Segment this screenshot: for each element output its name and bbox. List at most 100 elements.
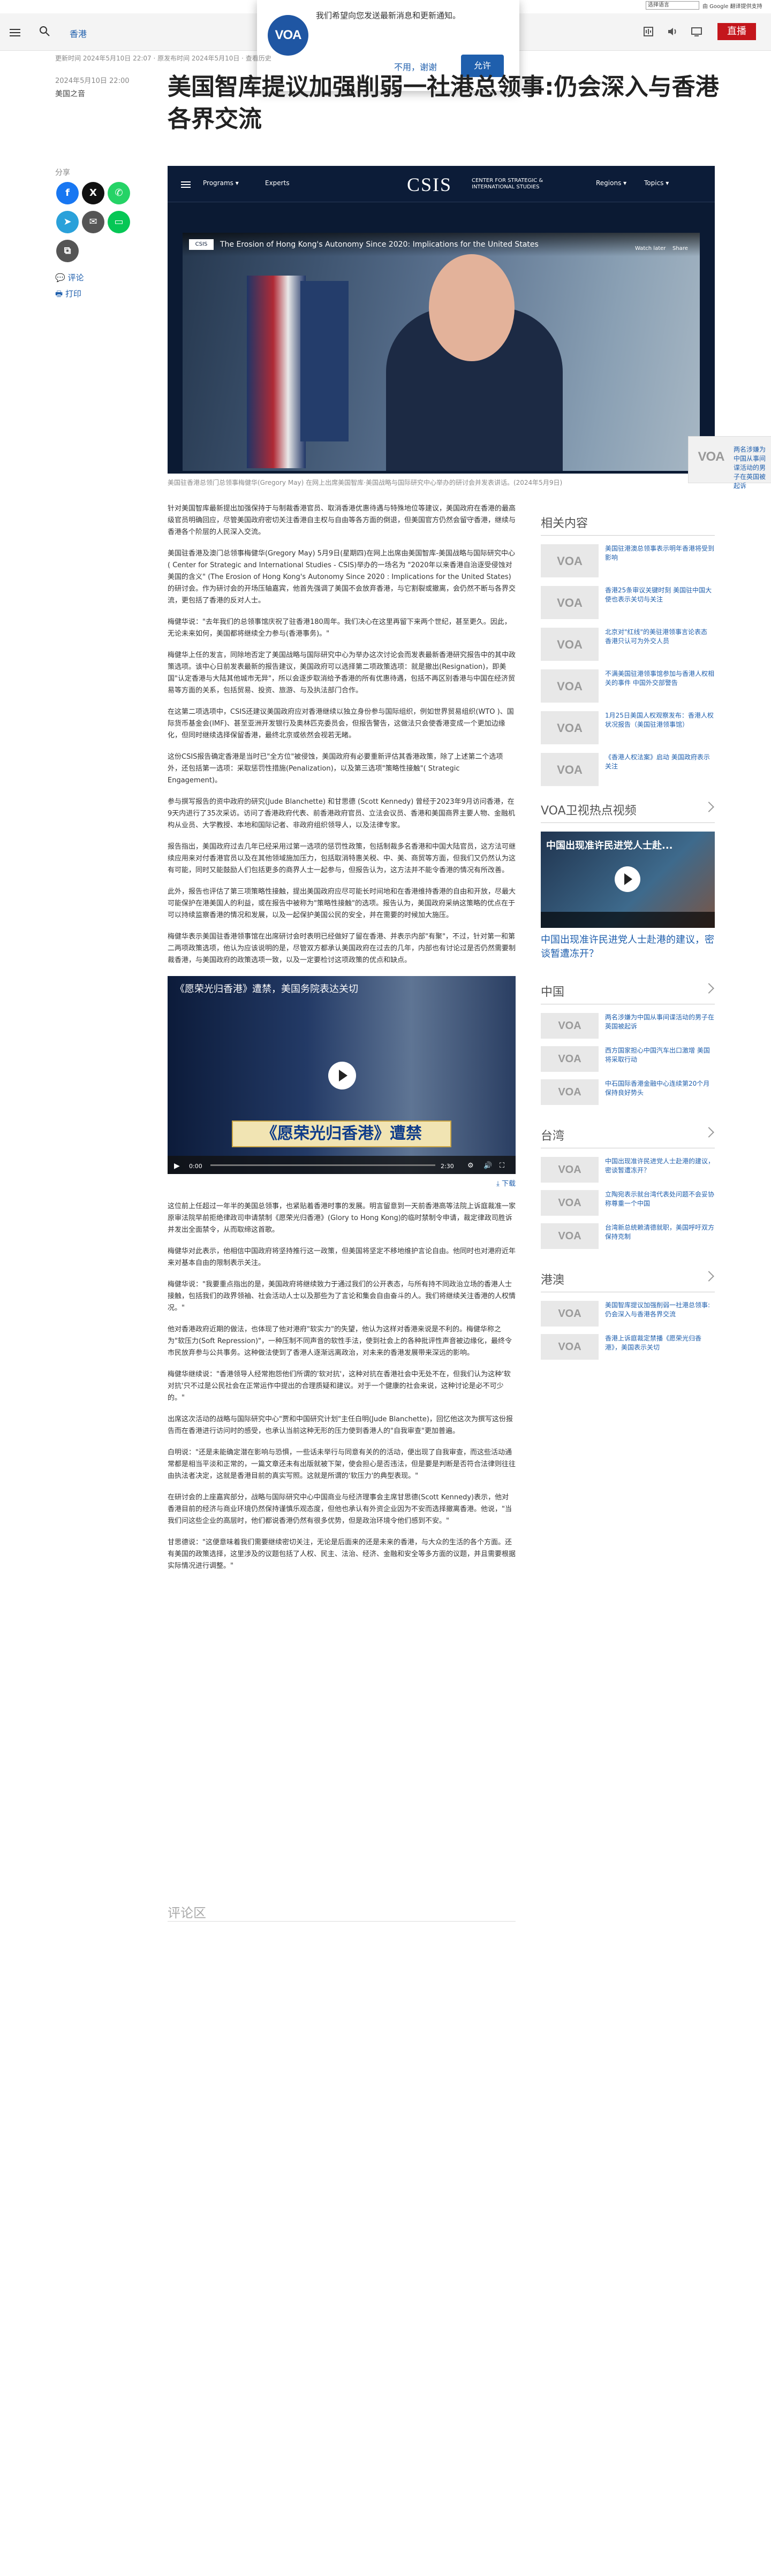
- voa-placeholder-icon: VOA: [557, 679, 583, 693]
- csis-nav-programs: Programs ▾: [203, 179, 239, 187]
- share-buttons: f X ✆ ➤ ✉ ▭ ⧉: [56, 182, 142, 269]
- csis-logo: CSIS: [407, 174, 452, 195]
- paragraph: 此外，报告也评估了第三项策略性接触，提出美国政府应尽可能长时间地和在香港维持香港…: [168, 888, 516, 919]
- facebook-icon[interactable]: f: [56, 182, 79, 204]
- paragraph: 在研讨会的上座嘉宾部分，战略与国际研究中心中国商业与经济理事会主席甘思德(Sco…: [168, 1493, 512, 1525]
- comment-link[interactable]: 💬 评论: [55, 272, 84, 283]
- voa-placeholder-icon: VOA: [557, 721, 583, 735]
- volume-icon[interactable]: [667, 26, 678, 37]
- tv-icon[interactable]: [691, 26, 702, 37]
- article-author[interactable]: 美国之音: [55, 88, 85, 99]
- video-banner: 《愿荣光归香港》遭禁: [232, 1121, 451, 1147]
- paragraph: 美国驻香港及澳门总领事梅健华(Gregory May) 5月9日(星期四)在网上…: [168, 550, 516, 605]
- china-item[interactable]: VOA 西方国家担心中国汽车出口激增 美国将采取行动: [541, 1046, 715, 1072]
- taiwan-heading: 台湾: [541, 1126, 715, 1148]
- voa-placeholder-icon: VOA: [557, 596, 583, 609]
- print-link[interactable]: 🖶 打印: [55, 288, 81, 302]
- voa-logo: VOA: [268, 15, 308, 56]
- download-icon: ⤓: [496, 1180, 502, 1188]
- image-caption: 美国驻香港总领门总领事梅健华(Gregory May) 在网上出席美国智库·美国…: [168, 479, 563, 486]
- paragraph: 针对美国智库最新提出加强保持于与制裁香港官员、取消香港优惠待遇与特殊地位等建议，…: [168, 505, 516, 536]
- video-title: 《愿荣光归香港》遭禁，美国务院表达关切: [175, 984, 358, 995]
- related-item[interactable]: VOA 北京对"红线"的美驻港领事言论表态 香港只认可为外交人员: [541, 628, 715, 661]
- sidebar-video-caption[interactable]: 中国出现准许民进党人士赴港的建议，密谈暂遭冻开？: [541, 933, 715, 961]
- chevron-right-icon[interactable]: [704, 802, 714, 812]
- related-item[interactable]: VOA 不满美国驻港领事馆参加与香港人权相关的事件 中国外交部警告: [541, 669, 715, 703]
- video-controls: ▶ 0:00 2:30 ⚙ 🔊 ⛶: [168, 1156, 516, 1174]
- translate-powered: 由 Google 翻译提供支持: [702, 3, 762, 10]
- language-select[interactable]: 选择语言: [646, 1, 699, 10]
- sidebar-video[interactable]: 中国出现准许民进党人士赴...: [541, 832, 715, 928]
- chevron-right-icon[interactable]: [704, 983, 714, 994]
- fullscreen-icon[interactable]: ⛶: [500, 1160, 504, 1172]
- taiwan-item[interactable]: VOA 台湾新总统赖清德就职，美国呼吁双方保持克制: [541, 1223, 715, 1249]
- related-item[interactable]: VOA 香港25条审议关键时刻 美国驻中国大使也表示关切与关注: [541, 586, 715, 619]
- voa-placeholder-icon: VOA: [541, 1013, 599, 1039]
- print-label: 打印: [65, 289, 81, 299]
- whatsapp-icon[interactable]: ✆: [108, 182, 130, 204]
- related-item[interactable]: VOA 美国驻港澳总领事表示明年香港将受到影响: [541, 544, 715, 577]
- paragraph: 在这第二项选项中，CSIS还建议美国政府应对香港继续以独立身份参与国际组织，例如…: [168, 708, 514, 740]
- telegram-icon[interactable]: ➤: [56, 211, 79, 233]
- taiwan-item[interactable]: VOA 中国出现准许民进党人士赴港的建议，密谈暂遭冻开？: [541, 1157, 715, 1183]
- publish-date: 2024年5月10日 22:00: [55, 77, 130, 85]
- china-item[interactable]: VOA 中石国际香港金融中心连续第20个月保持良好势头: [541, 1079, 715, 1105]
- csis-navbar: Programs ▾ Experts CSIS CENTER FOR STRAT…: [168, 166, 715, 202]
- audio-icon[interactable]: [642, 26, 654, 37]
- embedded-video[interactable]: 《愿荣光归香港》遭禁，美国务院表达关切 《愿荣光归香港》遭禁 ▶ 0:00 2:…: [168, 976, 516, 1174]
- hk-item[interactable]: VOA 美国智库提议加强削弱一社港总领事:仍会深入与香港各界交流: [541, 1301, 715, 1327]
- volume-icon[interactable]: 🔊: [483, 1160, 492, 1172]
- voa-placeholder-icon: VOA: [557, 763, 583, 776]
- related-item[interactable]: VOA 1月25日美国人权观察发布：香港人权状况报告（美国驻港领事馆）: [541, 711, 715, 744]
- x-icon[interactable]: X: [82, 182, 104, 204]
- translate-widget: 选择语言 由 Google 翻译提供支持: [646, 1, 762, 10]
- site-name[interactable]: 香港: [70, 27, 87, 40]
- play-icon[interactable]: [328, 1062, 356, 1089]
- voa-placeholder-icon: VOA: [541, 1334, 599, 1360]
- live-button[interactable]: 直播: [717, 23, 756, 40]
- play-icon[interactable]: [615, 866, 640, 892]
- search-icon[interactable]: [39, 25, 50, 37]
- chevron-right-icon[interactable]: [704, 1271, 714, 1282]
- voa-placeholder-icon: VOA: [698, 449, 724, 464]
- china-item[interactable]: VOA 两名涉嫌为中国从事间谍活动的男子在英国被起诉: [541, 1013, 715, 1039]
- voa-placeholder-icon: VOA: [541, 1157, 599, 1183]
- video-still: CSIS The Erosion of Hong Kong's Autonomy…: [183, 233, 700, 471]
- csis-nav-experts: Experts: [265, 179, 290, 187]
- taiwan-item[interactable]: VOA 立陶宛表示就台湾代表处问题不会妥协 称尊重一个中国: [541, 1190, 715, 1216]
- hk-item[interactable]: VOA 香港上诉庭裁定禁播《愿荣光归香港》，美国表示关切: [541, 1334, 715, 1360]
- copy-link-icon[interactable]: ⧉: [56, 240, 79, 262]
- watch-later-label: Watch later: [635, 246, 666, 251]
- paragraph: 甘思德说："这便意味着我们需要继续密切关注，无论是后面来的还是未来的香港，与大众…: [168, 1538, 516, 1570]
- menu-icon[interactable]: [10, 27, 20, 39]
- download-label: 下载: [501, 1180, 516, 1188]
- hk-heading: 港澳: [541, 1270, 715, 1292]
- csis-subtitle: CENTER FOR STRATEGIC & INTERNATIONAL STU…: [472, 178, 543, 190]
- play-small-icon[interactable]: ▶: [174, 1160, 180, 1172]
- sidebar-video-controls: [541, 912, 715, 928]
- voa-placeholder-icon: VOA: [541, 1223, 599, 1249]
- email-icon[interactable]: ✉: [82, 211, 104, 233]
- sidebar-video-overlay: 中国出现准许民进党人士赴...: [546, 840, 673, 851]
- voa-placeholder-icon: VOA: [541, 1190, 599, 1216]
- speaker-face: [429, 254, 515, 361]
- voa-placeholder-icon: VOA: [541, 1079, 599, 1105]
- comments-heading: 评论区: [168, 1906, 206, 1920]
- settings-icon[interactable]: ⚙: [467, 1160, 474, 1172]
- paragraph: 这位前上任超过一年半的美国总领事，也紧贴着香港时事的发展。明言留意到一天前香港高…: [168, 1202, 516, 1234]
- line-icon[interactable]: ▭: [108, 211, 130, 233]
- video-section-heading: VOA卫视热点视频: [541, 801, 715, 823]
- related-item[interactable]: VOA 《香港人权法案》启动 美国政府表示关注: [541, 753, 715, 786]
- video-progress[interactable]: [210, 1164, 435, 1166]
- voa-placeholder-icon: VOA: [557, 637, 583, 651]
- sidebar: 相关内容 VOA 美国驻港澳总领事表示明年香港将受到影响 VOA 香港25条审议关键…: [541, 514, 715, 1367]
- download-link[interactable]: ⤓ 下载: [168, 1178, 516, 1190]
- china-heading: 中国: [541, 982, 715, 1004]
- paragraph: 他对香港政府近期的做法，也体现了他对港府"软实力"的失望，他认为这样对香港来说是…: [168, 1325, 512, 1357]
- chevron-right-icon[interactable]: [704, 1127, 714, 1138]
- paragraph: 梅健华说："我要重点指出的是，美国政府将继续致力于通过我们的公开表态，与所有持不…: [168, 1281, 516, 1312]
- floating-related-card[interactable]: VOA 两名涉嫌为中国从事间谍活动的男子在英国被起诉: [688, 436, 771, 490]
- paragraph: 白明说："还是未能确定潜在影响与恐惧，一些话未举行与同意有关的的活动，便出现了自…: [168, 1449, 516, 1480]
- article-update-info: 更新时间 2024年5月10日 22:07 · 原发布时间 2024年5月10日…: [55, 55, 271, 62]
- share-label: 分享: [55, 169, 70, 177]
